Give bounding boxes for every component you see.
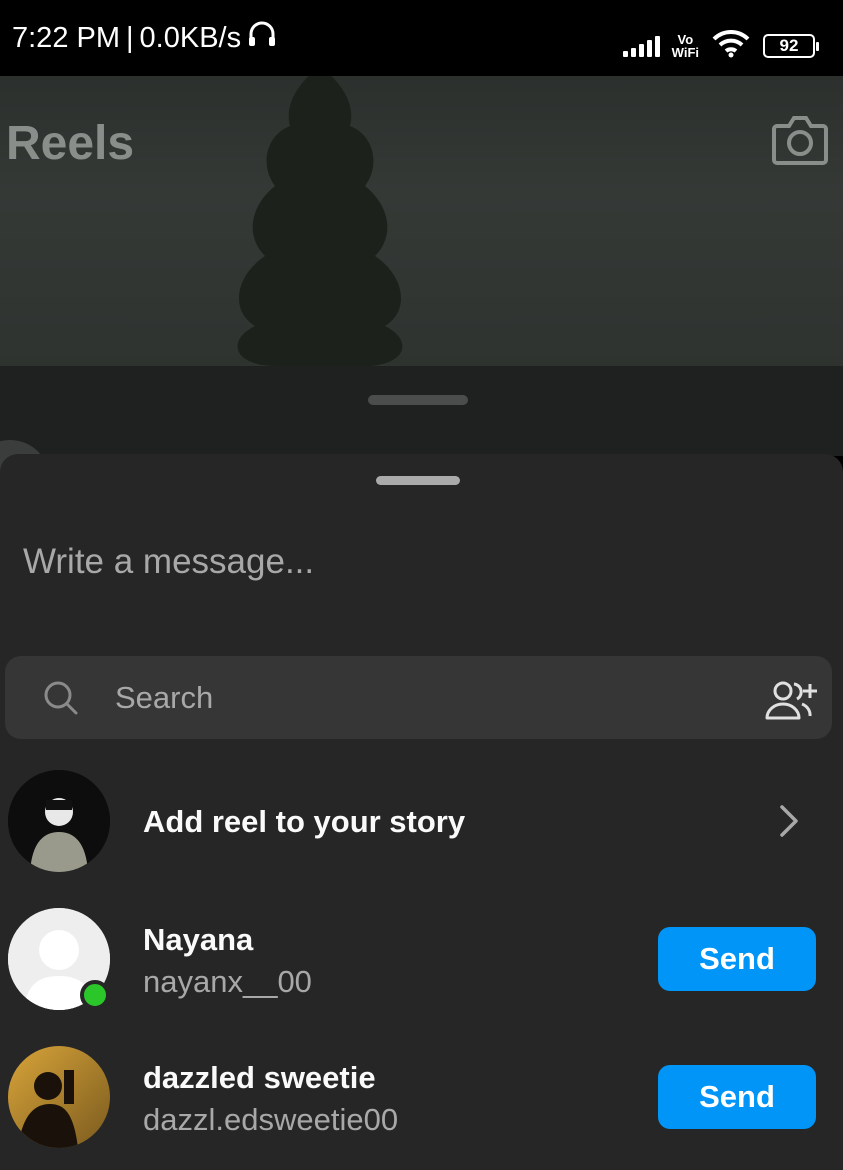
status-right: Vo WiFi 92 [622,28,819,63]
signal-icon [622,35,660,57]
search-input[interactable]: Search [115,680,213,716]
vowifi-bottom: WiFi [671,44,699,60]
contact-row: Nayana nayanx__00 Send [0,908,843,1010]
vowifi-icon: Vo WiFi [672,33,699,59]
search-icon [43,680,79,721]
message-input[interactable] [23,542,803,582]
my-avatar [8,770,110,872]
contact-row: dazzled sweetie dazzl.edsweetie00 Send [0,1046,843,1148]
chevron-right-icon [779,804,799,843]
contact-name: Nayana [143,922,254,957]
tree-image [237,76,403,366]
network-speed: 0.0KB/s [139,21,242,54]
send-button[interactable]: Send [658,1065,816,1129]
share-sheet: .message-input::placeholder { color: #a8… [0,454,843,1170]
contact-username: dazzl.edsweetie00 [143,1102,399,1137]
status-bar: 7:22 PM | 0.0KB/s Vo WiFi 92 [0,0,843,76]
add-people-icon[interactable] [764,678,820,725]
dim-strip [0,366,843,456]
clock: 7:22 PM [12,21,120,54]
add-to-story-row[interactable]: Add reel to your story [0,770,843,872]
add-to-story-label: Add reel to your story [143,804,466,839]
contact-avatar [8,1046,110,1148]
reel-background: Reels [0,76,843,366]
wifi-icon [711,28,751,63]
battery-level: 92 [779,35,799,55]
status-left: 7:22 PM | 0.0KB/s [12,19,277,57]
sheet-drag-handle[interactable] [376,476,460,485]
battery-icon: 92 [763,33,819,58]
contact-name: dazzled sweetie [143,1060,376,1095]
camera-icon [771,112,829,171]
status-separator: | [126,21,134,54]
online-status-dot [80,980,110,1010]
vowifi-top: Vo [677,31,694,47]
send-button[interactable]: Send [658,927,816,991]
search-box[interactable]: Search [5,656,832,739]
headphones-icon [247,19,277,57]
reels-title: Reels [6,117,135,170]
contact-username: nayanx__00 [143,964,312,999]
background-sheet-handle [368,395,468,405]
